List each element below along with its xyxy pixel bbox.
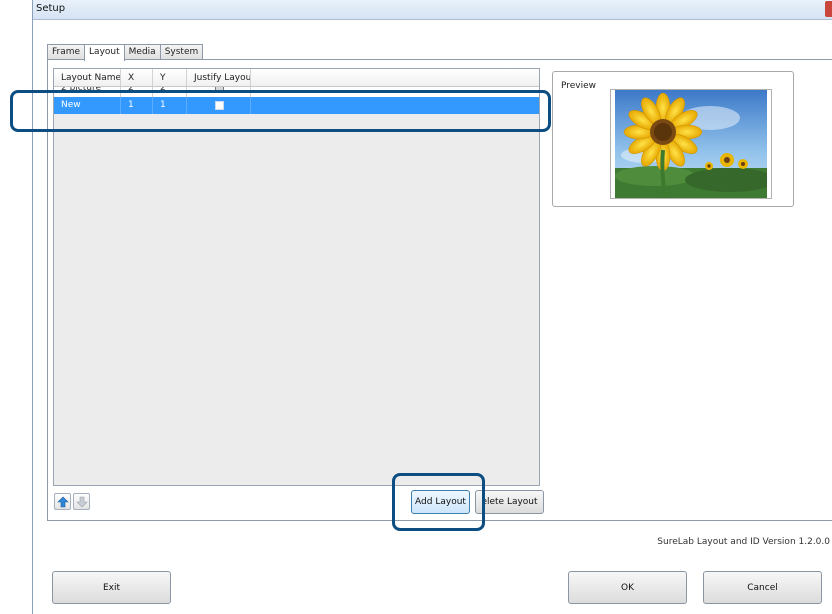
exit-button[interactable]: Exit <box>52 571 171 604</box>
tab-frame[interactable]: Frame <box>47 44 86 60</box>
column-header-y[interactable]: Y <box>153 69 187 86</box>
cell-x: 1 <box>121 97 153 114</box>
add-layout-button[interactable]: Add Layout <box>411 490 470 514</box>
sunflower-photo <box>615 90 767 198</box>
cancel-button[interactable]: Cancel <box>703 571 822 604</box>
tab-strip: Frame Layout Media System <box>47 44 204 61</box>
table-row[interactable]: 2 picture 2 2 <box>54 87 539 97</box>
tab-media[interactable]: Media <box>123 44 161 60</box>
tab-system[interactable]: System <box>159 44 204 60</box>
setup-window: Setup Frame Layout Media System Layout N… <box>32 0 832 614</box>
cell-x: 2 <box>121 87 153 97</box>
window-title: Setup <box>36 3 66 14</box>
table-header: Layout Name X Y Justify Layout <box>54 69 539 87</box>
column-header-justify-layout[interactable]: Justify Layout <box>187 69 251 86</box>
up-arrow-icon <box>57 496 69 508</box>
justify-checkbox[interactable] <box>215 101 224 110</box>
move-up-button[interactable] <box>54 493 71 510</box>
move-down-button[interactable] <box>73 493 90 510</box>
preview-frame <box>610 89 772 199</box>
layout-tab-panel: Layout Name X Y Justify Layout 2 picture… <box>47 59 832 521</box>
cell-y: 2 <box>153 87 187 97</box>
delete-layout-button[interactable]: elete Layout <box>475 490 544 514</box>
preview-label: Preview <box>561 81 597 91</box>
tab-layout[interactable]: Layout <box>84 44 125 61</box>
close-icon[interactable] <box>825 1 832 17</box>
cell-layout-name: 2 picture <box>54 87 121 97</box>
layout-table: Layout Name X Y Justify Layout 2 picture… <box>53 68 540 486</box>
table-row-selected[interactable]: New 1 1 <box>54 97 539 114</box>
preview-group: Preview <box>552 71 794 207</box>
justify-checkbox[interactable] <box>215 87 224 92</box>
version-text: SureLab Layout and ID Version 1.2.0.0 <box>657 537 830 547</box>
column-header-x[interactable]: X <box>121 69 153 86</box>
cell-justify <box>187 97 251 114</box>
cell-justify <box>187 87 251 97</box>
column-header-layout-name[interactable]: Layout Name <box>54 69 121 86</box>
title-bar[interactable]: Setup <box>33 0 832 20</box>
cell-layout-name: New <box>54 97 121 114</box>
cell-y: 1 <box>153 97 187 114</box>
down-arrow-icon <box>76 496 88 508</box>
ok-button[interactable]: OK <box>568 571 687 604</box>
